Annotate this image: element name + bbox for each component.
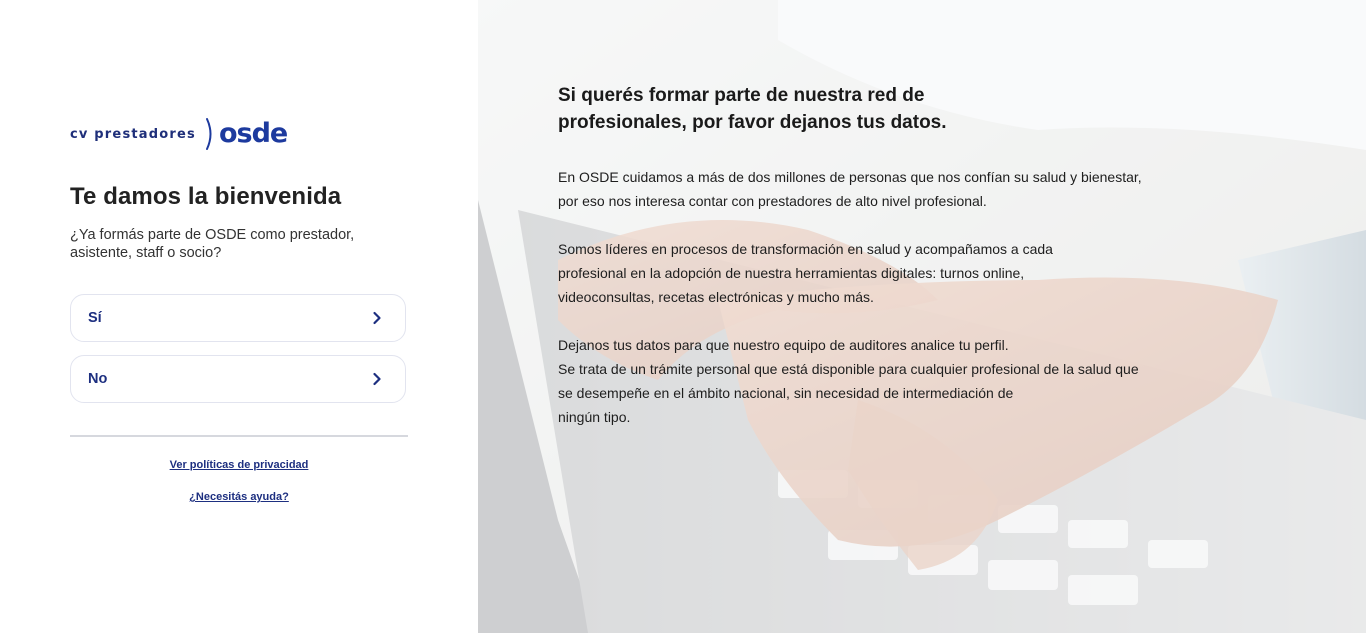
info-paragraph-1: En OSDE cuidamos a más de dos millones d… <box>558 165 1178 213</box>
info-p2-line-1: Somos líderes en procesos de transformac… <box>558 241 1053 257</box>
help-link[interactable]: ¿Necesitás ayuda? <box>70 491 408 503</box>
info-p3-line-3: se desempeñe en el ámbito nacional, sin … <box>558 385 1014 401</box>
info-p2-line-3: videoconsultas, recetas electrónicas y m… <box>558 289 874 305</box>
cv-prestadores-osde-logo: cv prestadores osde <box>70 117 288 151</box>
info-p1-line-1: En OSDE cuidamos a más de dos millones d… <box>558 169 1142 185</box>
page: cv prestadores osde Te damos la bienveni… <box>0 0 1366 633</box>
welcome-question-line-2: asistente, staff o socio? <box>70 245 222 261</box>
welcome-title: Te damos la bienvenida <box>70 183 342 210</box>
welcome-panel: cv prestadores osde Te damos la bienveni… <box>0 0 478 633</box>
osde-logo-wordmark: osde <box>218 118 288 149</box>
info-paragraph-3: Dejanos tus datos para que nuestro equip… <box>558 333 1178 429</box>
info-p2-line-2: profesional en la adopción de nuestra he… <box>558 265 1025 281</box>
info-title-line-2: profesionales, por favor dejanos tus dat… <box>558 112 947 133</box>
no-option-label: No <box>88 371 108 387</box>
privacy-policy-link[interactable]: Ver políticas de privacidad <box>70 459 408 471</box>
logo-prefix: cv prestadores <box>70 126 196 142</box>
info-paragraph-2: Somos líderes en procesos de transformac… <box>558 237 1178 309</box>
info-title: Si querés formar parte de nuestra red de… <box>558 82 1178 136</box>
info-panel: Si querés formar parte de nuestra red de… <box>478 0 1366 633</box>
welcome-question: ¿Ya formás parte de OSDE como prestador,… <box>70 226 390 262</box>
logo-divider-icon <box>205 118 212 150</box>
info-p1-line-2: por eso nos interesa contar con prestado… <box>558 193 987 209</box>
divider <box>70 435 408 437</box>
chevron-right-icon <box>373 372 381 386</box>
info-p3-line-4: ningún tipo. <box>558 409 631 425</box>
yes-option-button[interactable]: Sí <box>70 294 406 342</box>
chevron-right-icon <box>373 311 381 325</box>
welcome-question-line-1: ¿Ya formás parte de OSDE como prestador, <box>70 227 355 243</box>
no-option-button[interactable]: No <box>70 355 406 403</box>
info-content: Si querés formar parte de nuestra red de… <box>558 82 1178 453</box>
info-p3-line-1: Dejanos tus datos para que nuestro equip… <box>558 337 1009 353</box>
yes-option-label: Sí <box>88 310 102 326</box>
info-p3-line-2: Se trata de un trámite personal que está… <box>558 361 1139 377</box>
info-title-line-1: Si querés formar parte de nuestra red de <box>558 85 925 106</box>
